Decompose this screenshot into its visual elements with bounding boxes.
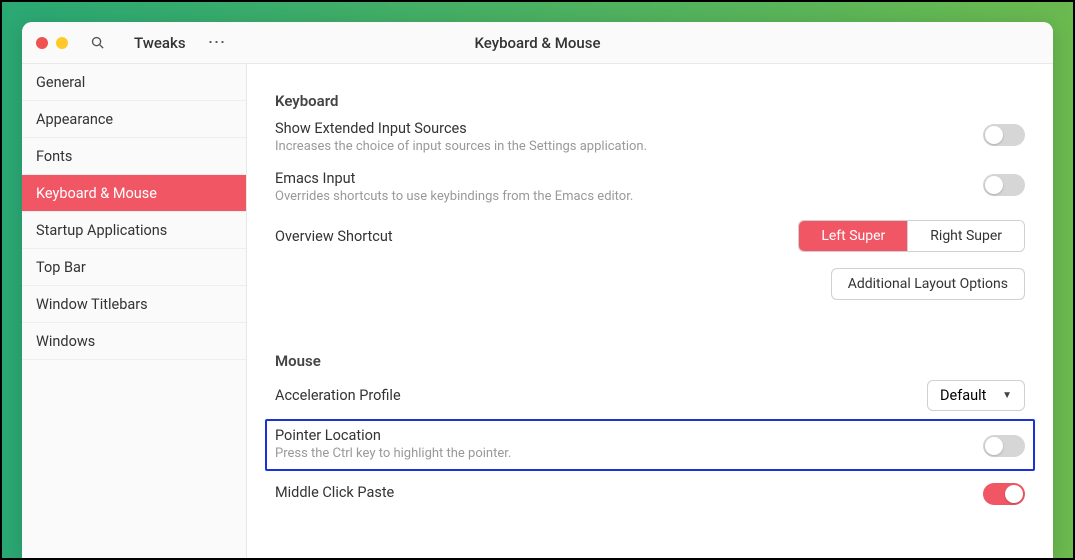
sidebar-item-window-titlebars[interactable]: Window Titlebars: [22, 286, 246, 323]
pointer-location-toggle[interactable]: [983, 435, 1025, 457]
app-title: Tweaks: [134, 34, 186, 52]
accel-profile-value: Default: [940, 387, 986, 404]
chevron-down-icon: ▼: [1002, 390, 1012, 401]
row-overview-shortcut: Overview Shortcut Left Super Right Super: [275, 220, 1025, 252]
section-heading-keyboard: Keyboard: [275, 92, 1025, 110]
sidebar-item-general[interactable]: General: [22, 64, 246, 101]
highlighted-row: Pointer Location Press the Ctrl key to h…: [265, 419, 1035, 471]
window-controls: Tweaks ⋯: [22, 32, 227, 54]
extended-sources-desc: Increases the choice of input sources in…: [275, 139, 647, 154]
search-icon[interactable]: [86, 32, 108, 54]
row-acceleration-profile: Acceleration Profile Default ▼: [275, 380, 1025, 411]
emacs-desc: Overrides shortcuts to use keybindings f…: [275, 189, 633, 204]
titlebar: Tweaks ⋯ Keyboard & Mouse: [22, 22, 1053, 64]
overview-shortcut-segmented: Left Super Right Super: [798, 220, 1025, 252]
accel-profile-label: Acceleration Profile: [275, 387, 401, 404]
sidebar: General Appearance Fonts Keyboard & Mous…: [22, 64, 247, 558]
pointer-location-label: Pointer Location: [275, 427, 511, 444]
emacs-toggle[interactable]: [983, 174, 1025, 196]
sidebar-item-fonts[interactable]: Fonts: [22, 138, 246, 175]
sidebar-item-windows[interactable]: Windows: [22, 323, 246, 360]
row-emacs: Emacs Input Overrides shortcuts to use k…: [275, 170, 1025, 204]
overview-left-super-button[interactable]: Left Super: [799, 221, 907, 251]
row-middle-click-paste: Middle Click Paste: [275, 479, 1025, 505]
sidebar-item-top-bar[interactable]: Top Bar: [22, 249, 246, 286]
page-title: Keyboard & Mouse: [474, 34, 600, 52]
extended-sources-label: Show Extended Input Sources: [275, 120, 647, 137]
row-pointer-location: Pointer Location Press the Ctrl key to h…: [275, 427, 1025, 461]
window-body: General Appearance Fonts Keyboard & Mous…: [22, 64, 1053, 558]
row-extended-sources: Show Extended Input Sources Increases th…: [275, 120, 1025, 154]
main-content: Keyboard Show Extended Input Sources Inc…: [247, 64, 1053, 558]
tweaks-window: Tweaks ⋯ Keyboard & Mouse General Appear…: [22, 22, 1053, 558]
emacs-label: Emacs Input: [275, 170, 633, 187]
overview-right-super-button[interactable]: Right Super: [907, 221, 1024, 251]
close-icon[interactable]: [36, 37, 48, 49]
more-menu-icon[interactable]: ⋯: [208, 32, 227, 53]
additional-layout-options-button[interactable]: Additional Layout Options: [831, 268, 1025, 300]
extended-sources-toggle[interactable]: [983, 124, 1025, 146]
minimize-icon[interactable]: [56, 37, 68, 49]
sidebar-item-keyboard-mouse[interactable]: Keyboard & Mouse: [22, 175, 246, 212]
sidebar-item-appearance[interactable]: Appearance: [22, 101, 246, 138]
middle-click-paste-toggle[interactable]: [983, 483, 1025, 505]
sidebar-item-startup-apps[interactable]: Startup Applications: [22, 212, 246, 249]
middle-click-paste-label: Middle Click Paste: [275, 484, 394, 501]
pointer-location-desc: Press the Ctrl key to highlight the poin…: [275, 446, 511, 461]
accel-profile-select[interactable]: Default ▼: [927, 380, 1025, 411]
section-heading-mouse: Mouse: [275, 352, 1025, 370]
overview-shortcut-label: Overview Shortcut: [275, 228, 393, 245]
